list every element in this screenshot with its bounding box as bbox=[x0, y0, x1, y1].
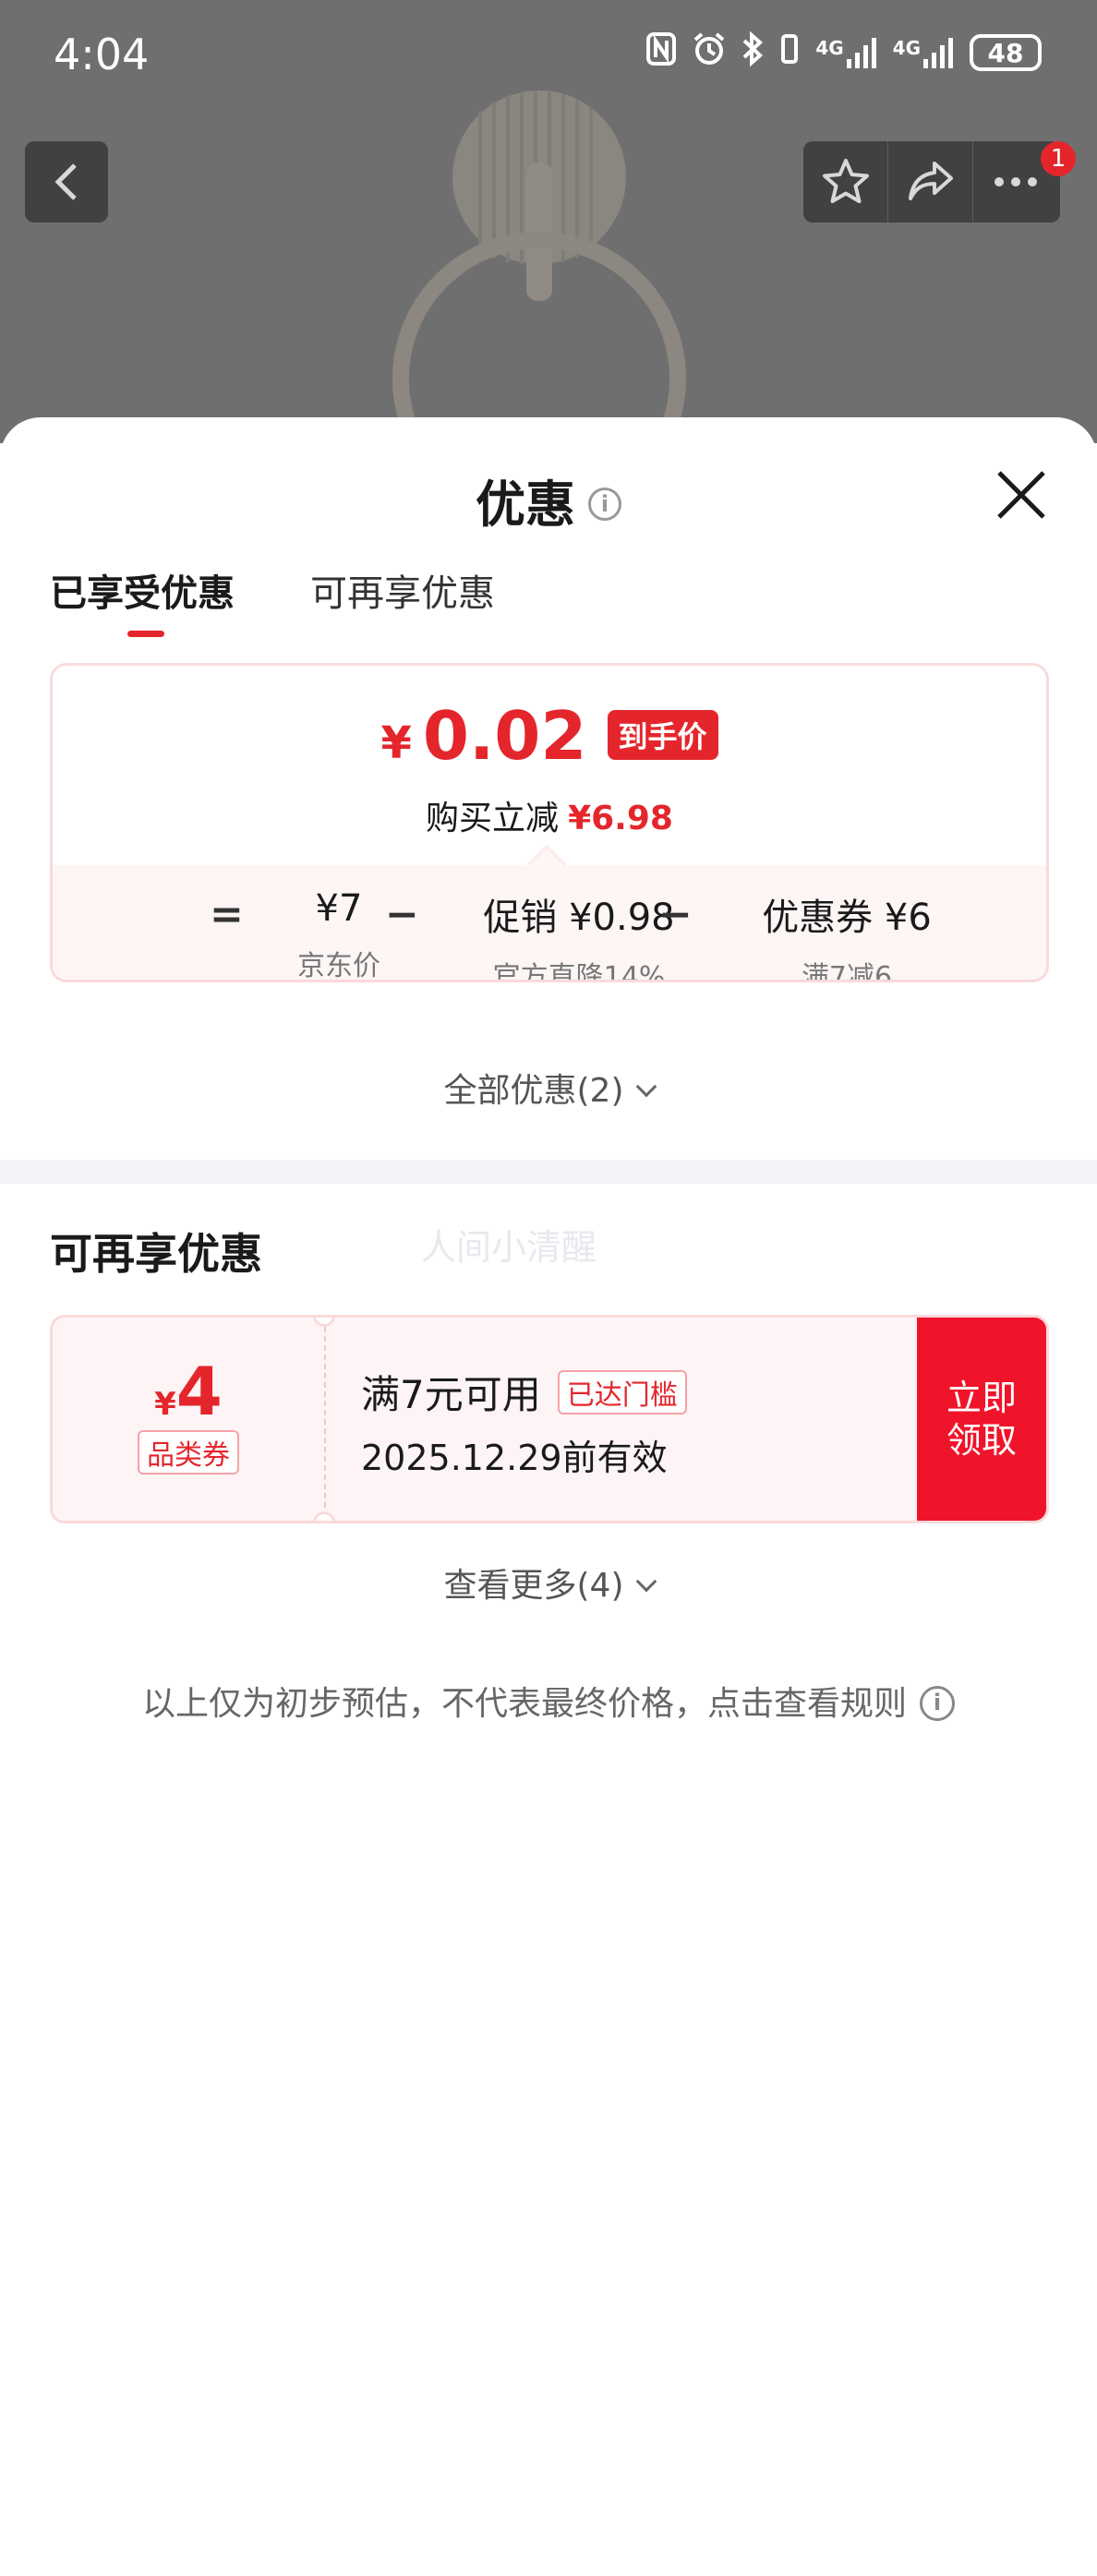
status-icons: 4G 4G 48 bbox=[645, 30, 1042, 74]
nfc-icon bbox=[645, 31, 677, 74]
tab-enjoyed[interactable]: 已享受优惠 bbox=[50, 563, 235, 637]
discount-sheet: 优惠 i 已享受优惠 可再享优惠 ¥ 0.02 到手价 购买立减 ¥6.98 = ¥… bbox=[0, 417, 1097, 2576]
chevron-down-icon bbox=[635, 1076, 657, 1098]
price-card: ¥ 0.02 到手价 购买立减 ¥6.98 = ¥7 京东价 − 促销 ¥0.98… bbox=[50, 663, 1049, 982]
coupon-amount: ¥4 bbox=[53, 1358, 324, 1425]
network-type-label: 4G bbox=[815, 37, 844, 59]
coupon-card: ¥4 品类券 满7元可用 已达门槛 2025.12.29前有效 立即 领取 bbox=[50, 1315, 1049, 1523]
share-button[interactable] bbox=[888, 141, 973, 223]
coupon-value-block: ¥4 品类券 bbox=[53, 1318, 324, 1521]
close-icon bbox=[997, 471, 1045, 519]
network-type-label: 4G bbox=[892, 37, 921, 59]
final-price-section: ¥ 0.02 到手价 购买立减 ¥6.98 bbox=[53, 666, 1046, 865]
bluetooth-icon bbox=[741, 30, 764, 74]
favorite-button[interactable] bbox=[803, 141, 888, 223]
all-discounts-toggle[interactable]: 全部优惠(2) bbox=[0, 1064, 1097, 1112]
vibrate-icon bbox=[778, 31, 801, 74]
coupon-condition-row: 满7元可用 已达门槛 bbox=[361, 1364, 687, 1420]
status-bar: 4:04 4G 4G 48 bbox=[0, 0, 1097, 109]
chevron-down-icon bbox=[635, 1571, 657, 1593]
tab-more-available[interactable]: 可再享优惠 bbox=[310, 563, 495, 637]
status-time: 4:04 bbox=[54, 30, 150, 79]
all-discounts-label: 全部优惠(2) bbox=[443, 1072, 624, 1110]
coupon-valid-until: 2025.12.29前有效 bbox=[361, 1438, 668, 1478]
close-button[interactable] bbox=[995, 469, 1047, 521]
claim-button-line2: 领取 bbox=[946, 1420, 1017, 1461]
see-more-toggle[interactable]: 查看更多(4) bbox=[0, 1559, 1097, 1607]
more-icon bbox=[995, 177, 1037, 187]
price-breakdown: = ¥7 京东价 − 促销 ¥0.98 官方直降14% − 优惠券 ¥6 满7减… bbox=[53, 865, 1046, 982]
currency-symbol: ¥ bbox=[380, 717, 412, 769]
coupon-notch bbox=[313, 1511, 335, 1521]
claim-coupon-button[interactable]: 立即 领取 bbox=[917, 1318, 1046, 1521]
promo-label: 官方直降14% bbox=[492, 961, 666, 982]
sheet-header: 优惠 i bbox=[0, 463, 1097, 536]
coupon-label: 满7减6 bbox=[801, 961, 893, 982]
watermark: 人间小清醒 bbox=[421, 1227, 597, 1268]
back-button[interactable] bbox=[25, 141, 108, 223]
section-divider bbox=[0, 1160, 1097, 1184]
notification-badge: 1 bbox=[1041, 141, 1076, 176]
star-icon bbox=[822, 159, 869, 203]
reduce-row: 购买立减 ¥6.98 bbox=[53, 791, 1046, 839]
reduce-amount: ¥6.98 bbox=[568, 800, 673, 837]
coupon-details: 满7元可用 已达门槛 2025.12.29前有效 bbox=[361, 1364, 687, 1480]
signal-icon-2: 4G bbox=[893, 37, 955, 68]
coupon-separator bbox=[324, 1327, 326, 1517]
signal-icon-1: 4G bbox=[815, 37, 877, 68]
final-price-row: ¥ 0.02 到手价 bbox=[53, 703, 1046, 769]
coupon-type-badge: 品类券 bbox=[138, 1430, 239, 1475]
alarm-icon bbox=[692, 31, 727, 74]
reduce-label: 购买立减 bbox=[426, 800, 560, 837]
discount-tabs: 已享受优惠 可再享优惠 bbox=[50, 563, 495, 637]
back-icon bbox=[54, 163, 77, 200]
jd-price-label: 京东价 bbox=[297, 950, 380, 982]
more-discounts-title: 可再享优惠 bbox=[50, 1229, 262, 1279]
info-icon: i bbox=[920, 1686, 955, 1721]
info-icon[interactable]: i bbox=[588, 488, 621, 522]
battery-indicator: 48 bbox=[970, 34, 1042, 71]
final-price: 0.02 bbox=[422, 697, 587, 775]
coupon-value: 优惠券 ¥6 bbox=[762, 897, 932, 939]
see-more-label: 查看更多(4) bbox=[443, 1567, 624, 1605]
coupon-item: 优惠券 ¥6 满7减6 bbox=[699, 887, 995, 982]
top-action-group bbox=[803, 141, 1060, 223]
claim-button-line1: 立即 bbox=[946, 1378, 1017, 1418]
share-icon bbox=[908, 162, 953, 200]
threshold-badge: 已达门槛 bbox=[557, 1369, 687, 1414]
disclaimer-link[interactable]: 以上仅为初步预估，不代表最终价格，点击查看规则 i bbox=[0, 1677, 1097, 1725]
coupon-amount-number: 4 bbox=[175, 1353, 223, 1430]
minus-sign: − bbox=[658, 891, 693, 938]
minus-sign: − bbox=[385, 891, 419, 938]
coupon-currency: ¥ bbox=[154, 1386, 176, 1423]
final-price-badge: 到手价 bbox=[607, 710, 718, 760]
disclaimer-text: 以上仅为初步预估，不代表最终价格，点击查看规则 bbox=[141, 1685, 907, 1723]
equals-sign: = bbox=[210, 891, 244, 938]
page-title: 优惠 bbox=[476, 475, 575, 534]
coupon-condition: 满7元可用 bbox=[361, 1372, 541, 1417]
product-image bbox=[392, 90, 686, 443]
